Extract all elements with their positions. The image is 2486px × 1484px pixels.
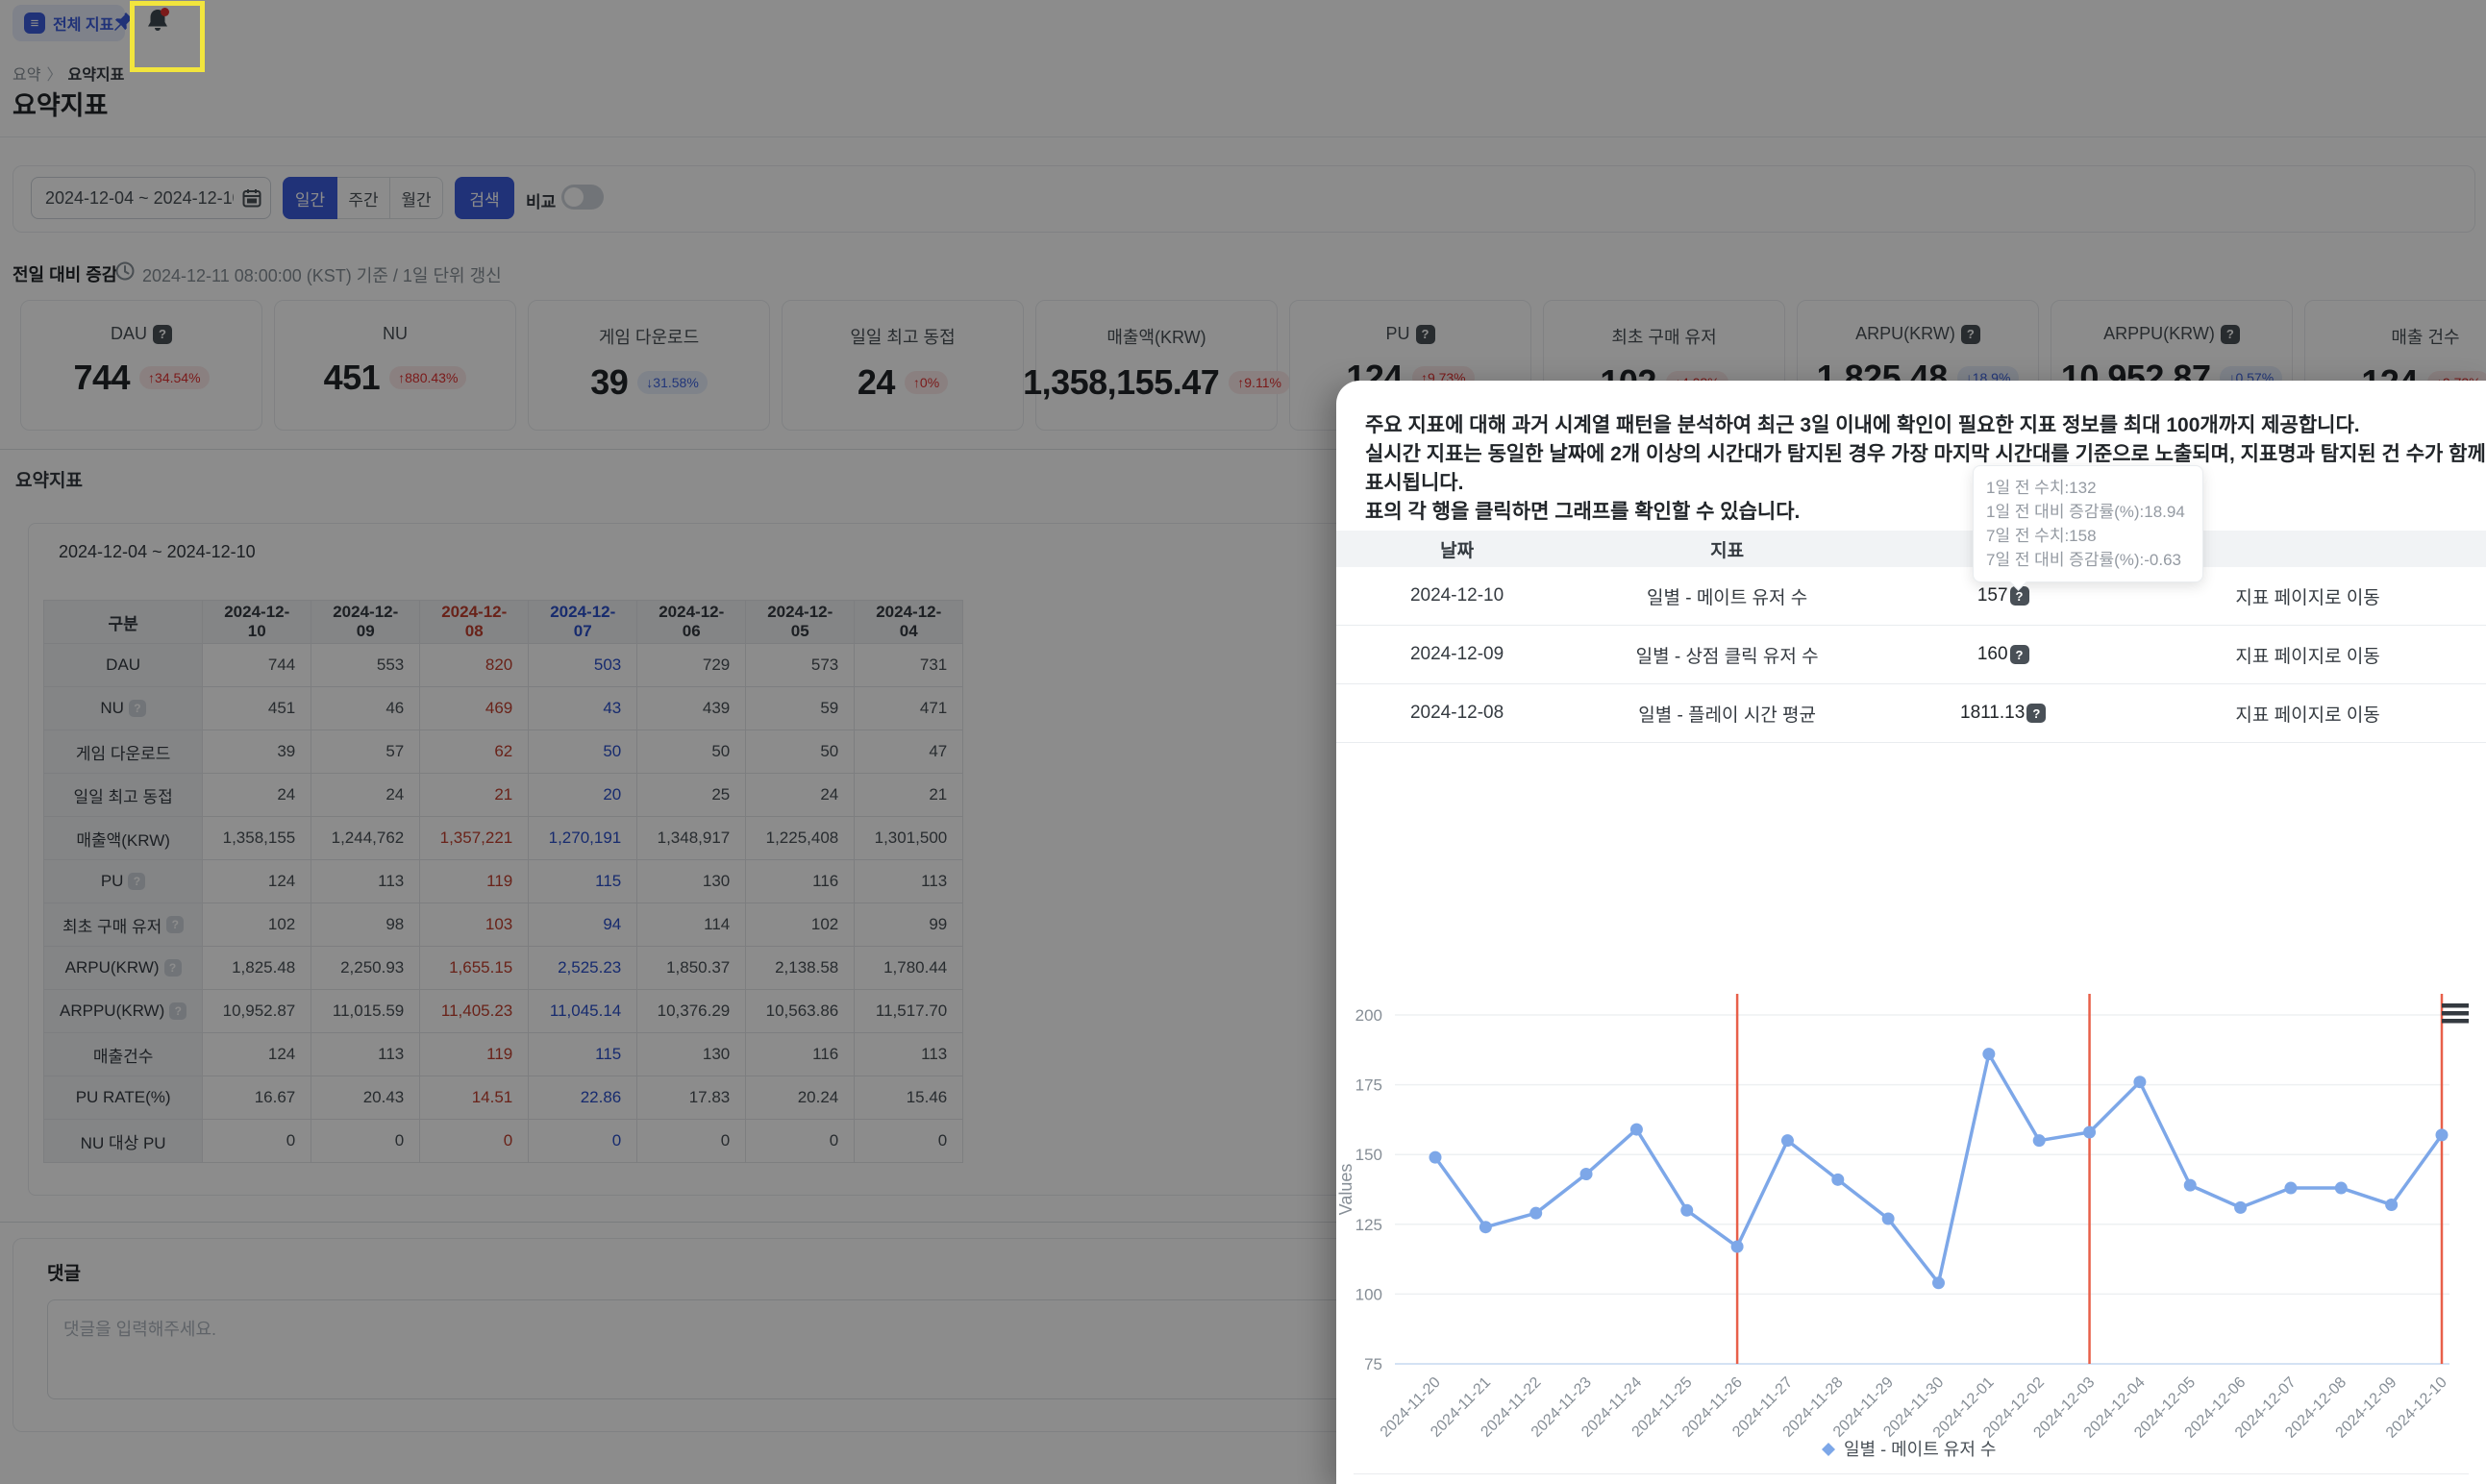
insight-value: 1811.13? <box>1960 703 2047 724</box>
insight-panel: 주요 지표에 대해 과거 시계열 패턴을 분석하여 최근 3일 이내에 확인이 … <box>1336 381 2486 1484</box>
data-point <box>1982 1048 1996 1061</box>
chart-menu-icon[interactable] <box>2442 1003 2469 1024</box>
insight-table: 날짜 지표 2024-12-10 일별 - 메이트 유저 수 157? 지표 페이지로 이… <box>1336 531 2486 743</box>
data-point <box>1831 1173 1845 1186</box>
insight-description-line: 실시간 지표는 동일한 날짜에 2개 이상의 시간대가 탐지된 경우 가장 마지… <box>1365 443 2486 494</box>
data-point <box>2032 1134 2046 1148</box>
data-point <box>1629 1123 1643 1136</box>
insight-date-cell: 2024-12-09 <box>1409 644 1504 664</box>
insight-link-cell: 지표 페이지로 이동 <box>2129 642 2486 668</box>
insight-date-cell: 2024-12-10 <box>1409 585 1504 606</box>
chart-divider <box>1354 1473 2469 1474</box>
y-tick-label: 100 <box>1355 1285 1382 1303</box>
insight-metric-cell: 일별 - 플레이 시간 평균 <box>1638 705 1817 726</box>
insight-link-cell: 지표 페이지로 이동 <box>2129 701 2486 727</box>
metric-line-chart: 75 100 125 150 175 200 Values 2024-11-20 2024-11… <box>1336 961 2486 1471</box>
insight-table-header: 날짜 지표 <box>1336 531 2486 567</box>
insight-value-cell: 1811.13? <box>1877 703 2129 724</box>
data-point <box>1730 1240 1744 1253</box>
data-point <box>2284 1181 2298 1195</box>
data-point <box>1429 1150 1442 1164</box>
tooltip-line: 1일 전 대비 증감률(%):18.94 <box>1986 503 2185 521</box>
data-point <box>2385 1198 2399 1211</box>
data-point <box>1529 1206 1543 1220</box>
data-point <box>1680 1203 1694 1217</box>
insight-description: 주요 지표에 대해 과거 시계열 패턴을 분석하여 최근 3일 이내에 확인이 … <box>1365 411 2486 527</box>
data-point <box>1579 1168 1593 1181</box>
insight-value-number: 157 <box>1976 585 2008 606</box>
data-point <box>2435 1128 2449 1142</box>
tooltip-line: 7일 전 대비 증감률(%):-0.63 <box>1986 551 2182 569</box>
y-tick-label: 175 <box>1355 1076 1382 1095</box>
data-point <box>1479 1221 1492 1234</box>
go-to-metric-page-link[interactable]: 지표 페이지로 이동 <box>2235 588 2379 608</box>
insight-link-cell: 지표 페이지로 이동 <box>2129 583 2486 609</box>
insight-column-header: 날짜 <box>1440 540 1475 561</box>
legend-marker <box>1822 1443 1835 1456</box>
click-highlight-annotation <box>130 1 205 72</box>
y-tick-label: 200 <box>1355 1006 1382 1025</box>
insight-value: 157? <box>1977 585 2029 606</box>
y-tick-label: 75 <box>1364 1355 1382 1373</box>
insight-table-row[interactable]: 2024-12-10 일별 - 메이트 유저 수 157? 지표 페이지로 이동 <box>1336 567 2486 626</box>
insight-value-cell: 157? <box>1877 585 2129 606</box>
data-point <box>2334 1181 2348 1195</box>
tooltip-line: 7일 전 수치:158 <box>1986 527 2097 545</box>
insight-description-line: 주요 지표에 대해 과거 시계열 패턴을 분석하여 최근 3일 이내에 확인이 … <box>1365 414 2360 436</box>
insight-value-number: 160 <box>1976 644 2008 664</box>
app-root: ≡ 전체 지표 요약〉요약지표 요약지표 일간 주간 월간 검색 비교 전일 대… <box>0 0 2486 1484</box>
insight-date-cell: 2024-12-08 <box>1409 703 1504 723</box>
insight-table-row[interactable]: 2024-12-09 일별 - 상점 클릭 유저 수 160? 지표 페이지로 이동 <box>1336 626 2486 684</box>
go-to-metric-page-link[interactable]: 지표 페이지로 이동 <box>2235 705 2379 726</box>
data-point <box>1881 1212 1895 1225</box>
line-chart-svg: 75100125150175200Values2024-11-202024-11… <box>1336 994 2469 1459</box>
metric-tooltip: 1일 전 수치:132 1일 전 대비 증감률(%):18.94 7일 전 수치:1… <box>1973 465 2203 582</box>
go-to-metric-page-link[interactable]: 지표 페이지로 이동 <box>2235 647 2379 667</box>
insight-description-line: 표의 각 행을 클릭하면 그래프를 확인할 수 있습니다. <box>1365 501 1801 523</box>
y-axis-label: Values <box>1336 1164 1355 1216</box>
y-tick-label: 125 <box>1355 1216 1382 1234</box>
help-icon[interactable]: ? <box>2026 704 2047 723</box>
data-point <box>1780 1134 1794 1148</box>
insight-value: 160? <box>1977 644 2029 665</box>
insight-metric-cell: 일별 - 상점 클릭 유저 수 <box>1635 646 1819 667</box>
help-icon[interactable]: ? <box>2009 645 2029 664</box>
insight-column-header: 지표 <box>1710 540 1745 561</box>
insight-value-cell: 160? <box>1877 644 2129 665</box>
data-point <box>2133 1076 2147 1089</box>
insight-table-row[interactable]: 2024-12-08 일별 - 플레이 시간 평균 1811.13? 지표 페이지로 … <box>1336 684 2486 743</box>
data-point <box>1932 1276 1945 1290</box>
insight-value-number: 1811.13 <box>1960 703 2026 723</box>
data-point <box>2083 1125 2097 1139</box>
data-point <box>2183 1178 2197 1192</box>
data-point <box>2234 1200 2248 1214</box>
tooltip-line: 1일 전 수치:132 <box>1986 479 2097 497</box>
insight-metric-cell: 일별 - 메이트 유저 수 <box>1646 587 1808 608</box>
y-tick-label: 150 <box>1355 1146 1382 1164</box>
legend-label: 일별 - 메이트 유저 수 <box>1844 1440 1996 1459</box>
